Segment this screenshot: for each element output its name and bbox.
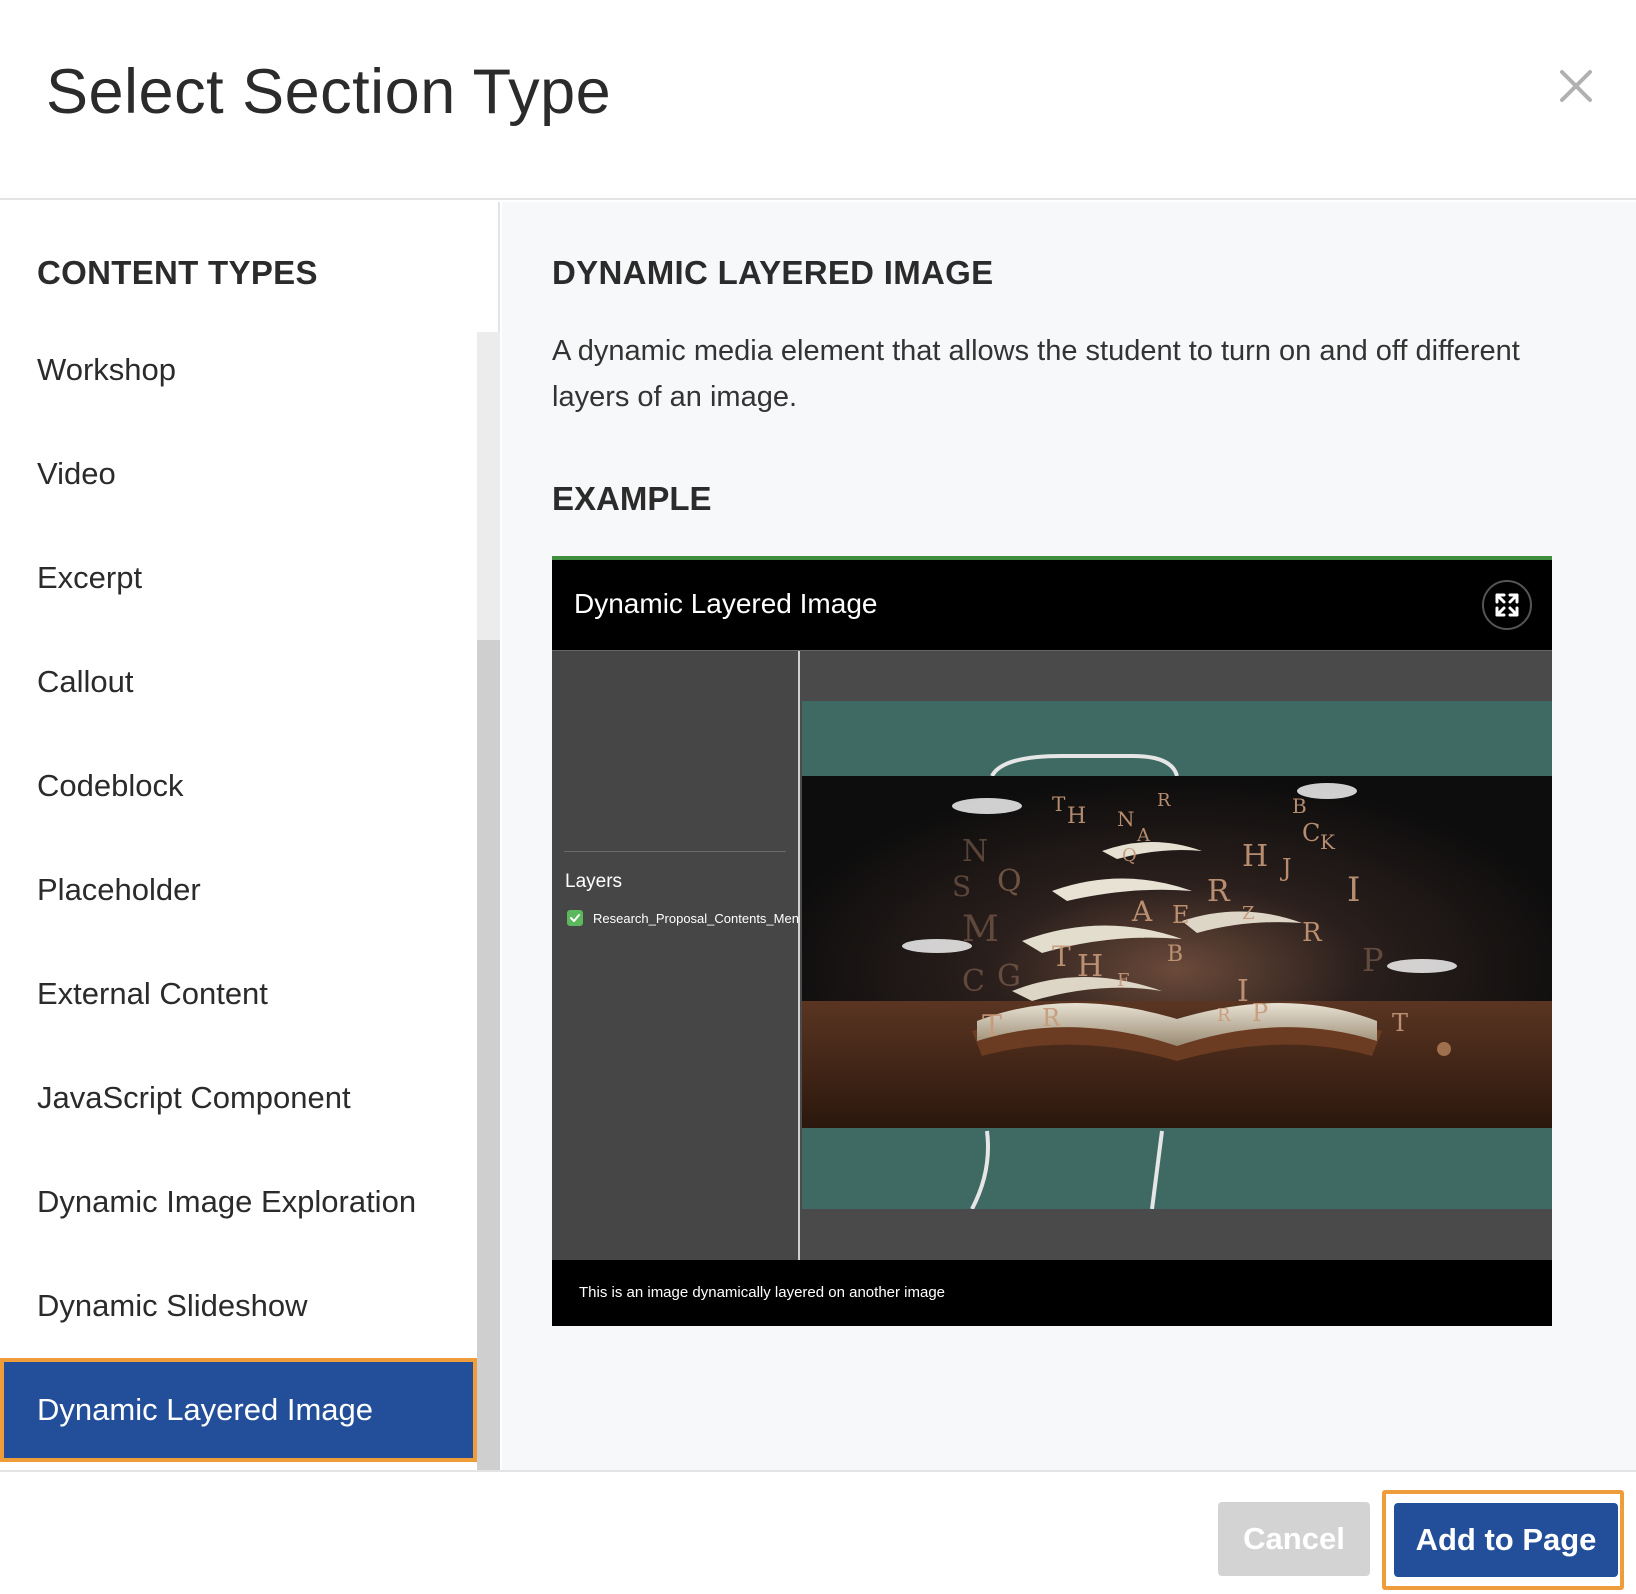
add-to-page-highlight: Add to Page [1382, 1490, 1624, 1590]
content-types-heading: CONTENT TYPES [37, 254, 318, 291]
svg-text:Q: Q [997, 864, 1022, 899]
svg-text:I: I [1237, 974, 1249, 1009]
svg-text:R: R [1157, 790, 1171, 811]
example-preview: Dynamic Layered Image Layers Research_Pr… [552, 556, 1552, 1326]
layered-image-canvas: T H N A R Q B C K H J I R A E Z R T H F … [802, 701, 1552, 1209]
svg-text:C: C [962, 964, 985, 999]
layers-divider [564, 851, 786, 852]
svg-text:T: T [982, 1009, 1002, 1044]
content-type-javascript-component[interactable]: JavaScript Component [0, 1046, 477, 1150]
example-body: Layers Research_Proposal_Contents_Menu_ [552, 650, 1552, 1261]
svg-text:A: A [1136, 825, 1151, 846]
example-caption-bar: This is an image dynamically layered on … [552, 1260, 1552, 1326]
svg-text:T: T [1392, 1009, 1408, 1037]
svg-text:I: I [1347, 870, 1360, 910]
svg-text:T: T [1052, 792, 1066, 816]
content-type-workshop[interactable]: Workshop [0, 318, 477, 422]
layers-label: Layers [565, 871, 623, 892]
detail-pane: DYNAMIC LAYERED IMAGE A dynamic media el… [502, 202, 1636, 1470]
svg-text:E: E [1172, 901, 1190, 929]
cancel-button[interactable]: Cancel [1218, 1502, 1370, 1576]
svg-text:Z: Z [1242, 903, 1255, 924]
svg-text:F: F [1117, 970, 1130, 991]
content-types-sidebar: CONTENT TYPES Workshop Video Excerpt Cal… [0, 202, 500, 1470]
svg-text:A: A [1131, 895, 1153, 928]
svg-text:C: C [1302, 819, 1320, 847]
checkmark-icon [570, 914, 580, 922]
svg-text:G: G [997, 959, 1021, 994]
example-heading: EXAMPLE [552, 480, 712, 517]
svg-text:B: B [1292, 794, 1307, 818]
svg-text:B: B [1167, 942, 1183, 967]
close-icon [1560, 70, 1592, 102]
layered-image: T H N A R Q B C K H J I R A E Z R T H F … [802, 701, 1552, 1209]
svg-text:H: H [1242, 839, 1268, 874]
example-caption: This is an image dynamically layered on … [579, 1284, 946, 1301]
section-type-title: DYNAMIC LAYERED IMAGE [552, 254, 994, 291]
section-type-description: A dynamic media element that allows the … [552, 335, 1520, 413]
add-to-page-button[interactable]: Add to Page [1394, 1503, 1618, 1577]
content-type-list: Workshop Video Excerpt Callout Codeblock… [0, 318, 477, 1462]
content-type-callout[interactable]: Callout [0, 630, 477, 734]
content-type-video[interactable]: Video [0, 422, 477, 526]
dialog-footer: Cancel Add to Page [0, 1470, 1636, 1594]
layer-row[interactable]: Research_Proposal_Contents_Menu_ [567, 907, 800, 929]
layers-panel: Layers Research_Proposal_Contents_Menu_ [552, 651, 800, 1261]
content-type-dynamic-slideshow[interactable]: Dynamic Slideshow [0, 1254, 477, 1358]
content-type-dynamic-layered-image[interactable]: Dynamic Layered Image [0, 1358, 477, 1462]
svg-text:S: S [952, 870, 971, 903]
svg-text:R: R [1042, 1004, 1061, 1032]
svg-text:P: P [1252, 999, 1268, 1027]
svg-text:N: N [962, 834, 988, 869]
content-type-dynamic-image-exploration[interactable]: Dynamic Image Exploration [0, 1150, 477, 1254]
example-header: Dynamic Layered Image [552, 560, 1552, 650]
svg-text:R: R [1217, 1005, 1231, 1026]
svg-text:R: R [1207, 874, 1231, 909]
layer-name: Research_Proposal_Contents_Menu_ [593, 910, 800, 926]
svg-text:P: P [1362, 941, 1384, 979]
content-type-external-content[interactable]: External Content [0, 942, 477, 1046]
content-type-excerpt[interactable]: Excerpt [0, 526, 477, 630]
example-title: Dynamic Layered Image [574, 588, 878, 619]
dialog-header: Select Section Type [0, 0, 1636, 200]
content-type-placeholder[interactable]: Placeholder [0, 838, 477, 942]
svg-text:H: H [1067, 804, 1086, 829]
svg-text:N: N [1117, 807, 1135, 831]
dialog-title: Select Section Type [46, 57, 612, 127]
svg-text:M: M [962, 909, 999, 950]
expand-icon [1495, 593, 1519, 617]
svg-text:K: K [1320, 830, 1336, 854]
close-button[interactable] [1552, 62, 1600, 110]
example-expand-button[interactable] [1482, 580, 1532, 630]
sidebar-scrollbar-thumb[interactable] [477, 640, 500, 1470]
layer-checkbox[interactable] [567, 910, 583, 926]
svg-text:Q: Q [1122, 845, 1137, 866]
svg-text:H: H [1077, 949, 1103, 984]
content-type-codeblock[interactable]: Codeblock [0, 734, 477, 838]
svg-text:T: T [1052, 940, 1071, 973]
svg-text:R: R [1302, 918, 1323, 948]
